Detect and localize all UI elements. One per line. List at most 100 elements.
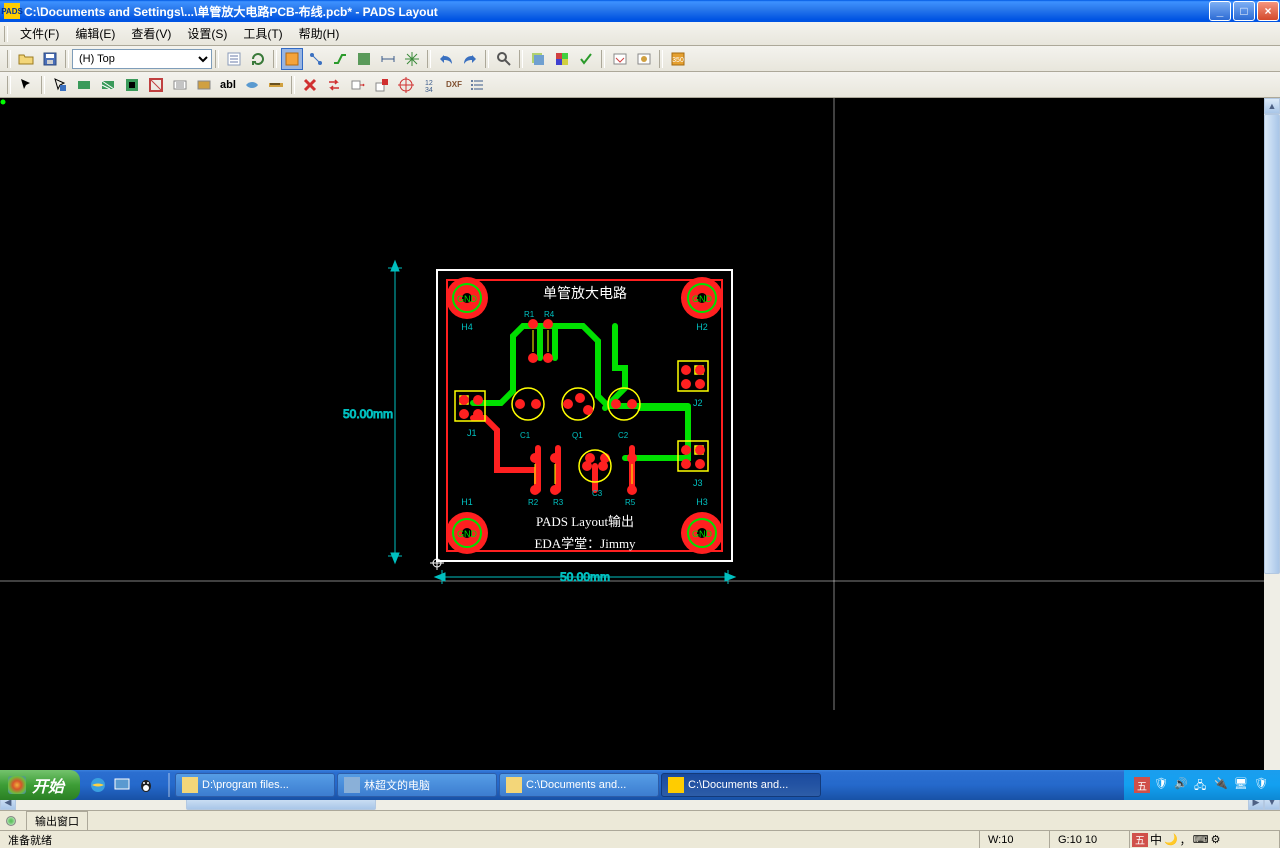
menu-view[interactable]: 查看(V) bbox=[123, 23, 179, 44]
keepout-button[interactable] bbox=[145, 74, 167, 96]
2d-line-button[interactable] bbox=[49, 74, 71, 96]
svg-text:J2: J2 bbox=[693, 398, 703, 408]
pour-cutout-button[interactable] bbox=[121, 74, 143, 96]
layer-select[interactable]: (H) Top bbox=[72, 49, 212, 69]
output-window-tab[interactable]: 输出窗口 bbox=[26, 811, 88, 831]
plane-area-button[interactable] bbox=[241, 74, 263, 96]
grip-handle[interactable] bbox=[7, 50, 11, 68]
plane-button[interactable] bbox=[353, 48, 375, 70]
board-outline-button[interactable] bbox=[281, 48, 303, 70]
output-window-tabs: 输出窗口 bbox=[0, 810, 1280, 830]
qq-icon[interactable] bbox=[136, 774, 156, 796]
text-button[interactable]: abl bbox=[217, 74, 239, 96]
ie-icon[interactable] bbox=[88, 774, 108, 796]
ime-punct-icon[interactable]: ， bbox=[1180, 832, 1191, 848]
swap-button[interactable] bbox=[323, 74, 345, 96]
connections-button[interactable] bbox=[305, 48, 327, 70]
scrollbar-vertical[interactable]: ▲ ▼ bbox=[1264, 98, 1280, 810]
svg-text:GND: GND bbox=[457, 294, 478, 304]
router-link-button[interactable] bbox=[609, 48, 631, 70]
tray-network-icon[interactable]: 🖧 bbox=[1194, 777, 1210, 793]
taskbar: 开始 D:\program files... 林超文的电脑 C:\Documen… bbox=[0, 770, 1280, 800]
quick-launch bbox=[80, 774, 164, 796]
blazerouter-button[interactable] bbox=[633, 48, 655, 70]
design-canvas[interactable]: 50.00mm 50.00mm bbox=[0, 98, 1280, 810]
start-button[interactable]: 开始 bbox=[0, 770, 80, 800]
scroll-track-v[interactable] bbox=[1264, 114, 1280, 794]
display-colors-button[interactable] bbox=[551, 48, 573, 70]
ime-settings-icon[interactable]: ⚙ bbox=[1211, 833, 1221, 846]
open-button[interactable] bbox=[15, 48, 37, 70]
app-icon: PADS bbox=[4, 3, 20, 19]
redo-button[interactable] bbox=[459, 48, 481, 70]
svg-text:R3: R3 bbox=[553, 498, 564, 507]
taskbar-tasks: D:\program files... 林超文的电脑 C:\Documents … bbox=[174, 773, 1124, 797]
grip-handle[interactable] bbox=[7, 76, 11, 94]
move-ref-button[interactable] bbox=[347, 74, 369, 96]
minimize-button[interactable]: _ bbox=[1209, 1, 1231, 21]
flood-button[interactable] bbox=[169, 74, 191, 96]
hatch-button[interactable] bbox=[193, 74, 215, 96]
properties-button[interactable] bbox=[223, 48, 245, 70]
tray-day-icon[interactable]: 五 bbox=[1134, 777, 1150, 793]
ime-chinese-icon[interactable]: 中 bbox=[1150, 831, 1162, 848]
svg-text:34: 34 bbox=[425, 87, 433, 93]
svg-text:H4: H4 bbox=[461, 322, 473, 332]
tray-usb-icon[interactable]: 🔌 bbox=[1214, 777, 1230, 793]
options-list-button[interactable] bbox=[467, 74, 489, 96]
svg-text:12: 12 bbox=[425, 80, 433, 87]
svg-text:Q1: Q1 bbox=[572, 431, 583, 440]
scroll-thumb-v[interactable] bbox=[1264, 114, 1280, 574]
titlebar: PADS C:\Documents and Settings\...\单管放大电… bbox=[0, 0, 1280, 22]
scroll-up-button[interactable]: ▲ bbox=[1264, 98, 1280, 114]
svg-text:C3: C3 bbox=[592, 489, 603, 498]
task-item-2[interactable]: C:\Documents and... bbox=[499, 773, 659, 797]
menu-file[interactable]: 文件(F) bbox=[12, 23, 67, 44]
cycle-button[interactable] bbox=[247, 48, 269, 70]
tray-display-icon[interactable]: 🖥 bbox=[1234, 777, 1250, 793]
board-inner bbox=[447, 280, 722, 551]
route-button[interactable] bbox=[329, 48, 351, 70]
menu-edit[interactable]: 编辑(E) bbox=[67, 23, 123, 44]
tray-av-icon[interactable]: 🛡 bbox=[1254, 777, 1270, 793]
dimension-button[interactable] bbox=[377, 48, 399, 70]
renumber-button[interactable]: 1234 bbox=[419, 74, 441, 96]
tray-shield-icon[interactable]: 🛡 bbox=[1154, 777, 1170, 793]
separator bbox=[215, 50, 219, 68]
task-item-0[interactable]: D:\program files... bbox=[175, 773, 335, 797]
dxf-button[interactable]: DXF bbox=[443, 74, 465, 96]
select-button[interactable] bbox=[15, 74, 37, 96]
check-button[interactable] bbox=[575, 48, 597, 70]
pcb-drawing: 50.00mm 50.00mm bbox=[0, 98, 1264, 710]
ime-keyboard-icon[interactable]: ⌨ bbox=[1193, 833, 1209, 846]
nets-button[interactable] bbox=[401, 48, 423, 70]
task-item-3[interactable]: C:\Documents and... bbox=[661, 773, 821, 797]
undo-button[interactable] bbox=[435, 48, 457, 70]
svg-text:50.00mm: 50.00mm bbox=[343, 407, 393, 421]
save-button[interactable] bbox=[39, 48, 61, 70]
menu-setup[interactable]: 设置(S) bbox=[179, 23, 235, 44]
desktop-icon[interactable] bbox=[112, 774, 132, 796]
ruler-button[interactable] bbox=[265, 74, 287, 96]
svg-text:PADS Layout输出: PADS Layout输出 bbox=[536, 514, 634, 529]
grip-handle[interactable] bbox=[4, 26, 8, 42]
tray-volume-icon[interactable]: 🔊 bbox=[1174, 777, 1190, 793]
copper-pour-button[interactable] bbox=[97, 74, 119, 96]
close-button[interactable]: × bbox=[1257, 1, 1279, 21]
target-button[interactable] bbox=[395, 74, 417, 96]
zoom-button[interactable] bbox=[493, 48, 515, 70]
ime-icon[interactable]: 五 bbox=[1132, 833, 1148, 847]
copper-button[interactable] bbox=[73, 74, 95, 96]
task-item-1[interactable]: 林超文的电脑 bbox=[337, 773, 497, 797]
add-corner-button[interactable] bbox=[371, 74, 393, 96]
layers-display-button[interactable] bbox=[527, 48, 549, 70]
maximize-button[interactable]: □ bbox=[1233, 1, 1255, 21]
menu-tools[interactable]: 工具(T) bbox=[235, 23, 290, 44]
delete-button[interactable] bbox=[299, 74, 321, 96]
ime-moon-icon[interactable]: 🌙 bbox=[1164, 833, 1178, 846]
menu-help[interactable]: 帮助(H) bbox=[291, 23, 348, 44]
window-buttons: _ □ × bbox=[1208, 0, 1280, 22]
folder-icon bbox=[182, 777, 198, 793]
separator bbox=[273, 50, 277, 68]
cam-button[interactable]: 350 bbox=[667, 48, 689, 70]
